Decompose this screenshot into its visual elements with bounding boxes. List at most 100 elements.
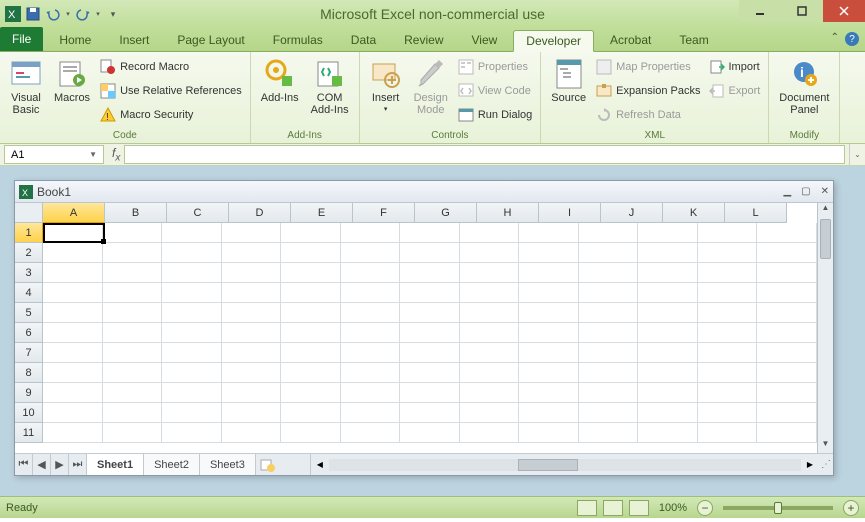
- cell[interactable]: [400, 343, 460, 363]
- undo-dropdown-icon[interactable]: ▾: [64, 5, 72, 23]
- cell[interactable]: [43, 403, 103, 423]
- cell[interactable]: [281, 403, 341, 423]
- new-sheet-icon[interactable]: [256, 454, 280, 475]
- cell[interactable]: [698, 403, 758, 423]
- cell[interactable]: [400, 323, 460, 343]
- tab-team[interactable]: Team: [667, 29, 720, 51]
- redo-icon[interactable]: [74, 5, 92, 23]
- cell[interactable]: [698, 303, 758, 323]
- cell[interactable]: [460, 363, 520, 383]
- use-relative-references-button[interactable]: Use Relative References: [98, 80, 244, 102]
- cell[interactable]: [757, 343, 817, 363]
- cell[interactable]: [222, 383, 282, 403]
- row-header[interactable]: 11: [15, 423, 43, 443]
- zoom-knob[interactable]: [774, 502, 782, 514]
- cell[interactable]: [162, 343, 222, 363]
- cell[interactable]: [281, 323, 341, 343]
- cell[interactable]: [579, 383, 639, 403]
- cell[interactable]: [698, 223, 758, 243]
- record-macro-button[interactable]: Record Macro: [98, 56, 244, 78]
- close-button[interactable]: [823, 0, 865, 22]
- vertical-scrollbar[interactable]: ▲ ▼: [817, 203, 833, 453]
- scroll-left-icon[interactable]: ◀: [313, 460, 327, 469]
- macro-security-button[interactable]: ! Macro Security: [98, 104, 244, 126]
- cell[interactable]: [519, 403, 579, 423]
- row-header[interactable]: 5: [15, 303, 43, 323]
- zoom-level[interactable]: 100%: [659, 502, 687, 514]
- cell[interactable]: [162, 303, 222, 323]
- cell[interactable]: [341, 343, 401, 363]
- cell[interactable]: [460, 383, 520, 403]
- workbook-close-icon[interactable]: ✕: [821, 186, 829, 197]
- cell[interactable]: [698, 423, 758, 443]
- tab-acrobat[interactable]: Acrobat: [598, 29, 663, 51]
- sheet-tab[interactable]: Sheet2: [144, 454, 200, 475]
- cell[interactable]: [222, 223, 282, 243]
- cell[interactable]: [638, 423, 698, 443]
- cell[interactable]: [43, 263, 103, 283]
- cell[interactable]: [103, 263, 163, 283]
- cell[interactable]: [43, 343, 103, 363]
- row-header[interactable]: 6: [15, 323, 43, 343]
- column-header[interactable]: L: [725, 203, 787, 223]
- cell[interactable]: [43, 383, 103, 403]
- cell[interactable]: [103, 403, 163, 423]
- cell[interactable]: [43, 423, 103, 443]
- column-header[interactable]: H: [477, 203, 539, 223]
- cell[interactable]: [43, 363, 103, 383]
- cell[interactable]: [460, 243, 520, 263]
- row-header[interactable]: 3: [15, 263, 43, 283]
- cell[interactable]: [162, 363, 222, 383]
- view-normal-icon[interactable]: [577, 500, 597, 516]
- column-header[interactable]: J: [601, 203, 663, 223]
- cell[interactable]: [519, 343, 579, 363]
- sheet-nav-next-icon[interactable]: ▶: [51, 454, 69, 475]
- cell[interactable]: [222, 363, 282, 383]
- cell[interactable]: [281, 423, 341, 443]
- horizontal-scrollbar[interactable]: ◀ ▶: [310, 454, 819, 475]
- visual-basic-button[interactable]: Visual Basic: [6, 56, 46, 118]
- row-header[interactable]: 2: [15, 243, 43, 263]
- cell[interactable]: [281, 243, 341, 263]
- row-header[interactable]: 1: [15, 223, 43, 243]
- design-mode-button[interactable]: Design Mode: [410, 56, 452, 118]
- cell[interactable]: [281, 223, 341, 243]
- cell[interactable]: [103, 383, 163, 403]
- cell[interactable]: [341, 303, 401, 323]
- fx-icon[interactable]: fx: [112, 146, 120, 163]
- cell[interactable]: [281, 303, 341, 323]
- cell[interactable]: [341, 283, 401, 303]
- zoom-slider[interactable]: [723, 506, 833, 510]
- minimize-ribbon-icon[interactable]: ⌃: [831, 32, 839, 46]
- cell[interactable]: [460, 323, 520, 343]
- cell[interactable]: [757, 223, 817, 243]
- run-dialog-button[interactable]: Run Dialog: [456, 104, 534, 126]
- workbook-minimize-icon[interactable]: ▁: [783, 186, 791, 197]
- cell[interactable]: [757, 243, 817, 263]
- cell[interactable]: [519, 243, 579, 263]
- sheet-nav-prev-icon[interactable]: ◀: [33, 454, 51, 475]
- cell[interactable]: [460, 223, 520, 243]
- cell[interactable]: [341, 323, 401, 343]
- cell[interactable]: [519, 303, 579, 323]
- cell[interactable]: [341, 263, 401, 283]
- cell[interactable]: [222, 303, 282, 323]
- zoom-in-button[interactable]: +: [843, 500, 859, 516]
- macros-button[interactable]: Macros: [50, 56, 94, 106]
- cell[interactable]: [519, 363, 579, 383]
- cell[interactable]: [43, 283, 103, 303]
- cell[interactable]: [43, 223, 103, 243]
- cell[interactable]: [103, 303, 163, 323]
- cell[interactable]: [222, 423, 282, 443]
- cell[interactable]: [757, 283, 817, 303]
- cell[interactable]: [638, 343, 698, 363]
- cell[interactable]: [519, 323, 579, 343]
- cell[interactable]: [341, 223, 401, 243]
- scroll-down-icon[interactable]: ▼: [818, 439, 833, 453]
- tab-formulas[interactable]: Formulas: [261, 29, 335, 51]
- cell[interactable]: [638, 223, 698, 243]
- cell[interactable]: [400, 363, 460, 383]
- select-all-corner[interactable]: [15, 203, 43, 223]
- column-header[interactable]: B: [105, 203, 167, 223]
- cell[interactable]: [519, 283, 579, 303]
